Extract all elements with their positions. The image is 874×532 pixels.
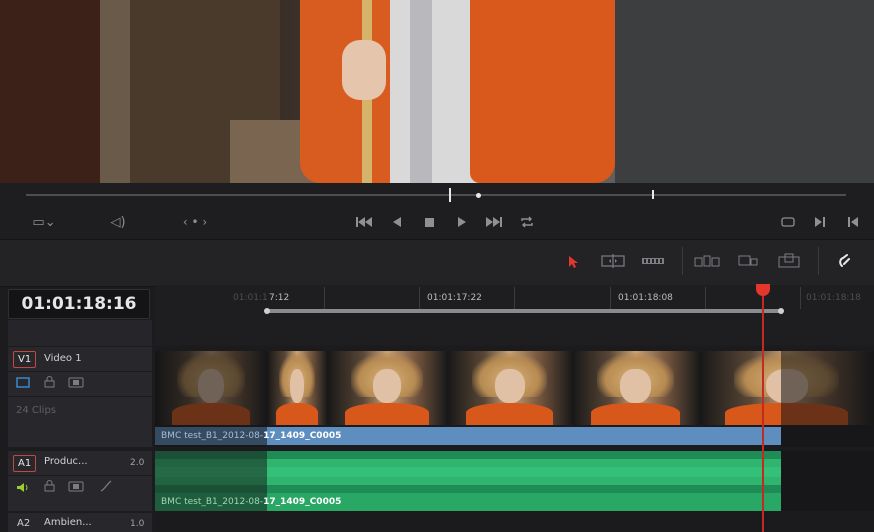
auto-select-icon[interactable] (16, 377, 30, 391)
timeline-timecode[interactable]: 01:01:18:16 (8, 289, 150, 319)
clip-name-suffix: 17_1409_C0005 (263, 497, 342, 507)
snapping-icon[interactable] (832, 250, 858, 272)
clip-name-suffix: 17_1409_C0005 (263, 431, 342, 441)
viewer-frame-left-wall (0, 0, 100, 183)
track-name[interactable]: Video 1 (44, 353, 82, 364)
enable-track-icon[interactable] (68, 481, 84, 495)
in-point-handle[interactable] (264, 308, 270, 314)
track-id-badge[interactable]: A2 (17, 518, 30, 529)
go-to-start-icon[interactable] (352, 205, 376, 239)
viewer-frame-door (100, 0, 130, 183)
out-point-handle[interactable] (778, 308, 784, 314)
scrub-playhead[interactable] (449, 188, 451, 202)
toolbar-divider (818, 247, 819, 275)
viewer-frame-chalkboard (615, 0, 874, 183)
track-row-divider (8, 371, 152, 372)
ruler-tick (419, 287, 420, 309)
ruler-tick (800, 287, 801, 309)
lock-icon[interactable] (44, 376, 55, 391)
video-viewer[interactable] (0, 0, 874, 183)
play-icon[interactable] (452, 205, 472, 239)
jog-scrub-bar[interactable] (26, 194, 846, 196)
toolbar-divider (682, 247, 683, 275)
ruler-tick (705, 287, 706, 309)
track-clip-count: 24 Clips (16, 405, 56, 416)
play-reverse-icon[interactable] (387, 205, 407, 239)
ruler-tick (324, 287, 325, 309)
track-row-divider (8, 475, 152, 476)
track-volume[interactable]: 1.0 (130, 519, 144, 529)
trim-icon[interactable] (598, 250, 628, 272)
viewer-frame-shirt (390, 0, 480, 183)
viewer-frame-hand (342, 40, 386, 100)
overwrite-icon[interactable] (734, 250, 762, 272)
in-out-range-bar[interactable] (267, 309, 781, 313)
ruler-timecode-label: 01:01:1 (233, 293, 268, 303)
ruler-timecode-label: 01:01:17:22 (427, 293, 482, 303)
stop-icon[interactable] (419, 205, 439, 239)
track-id-badge[interactable]: V1 (13, 351, 37, 368)
match-frame-icon[interactable] (776, 205, 800, 239)
outside-range-shade (781, 351, 874, 447)
track-name[interactable]: Produc... (44, 456, 88, 467)
track-row-divider (8, 396, 152, 397)
audio-track-2-lane[interactable] (155, 513, 874, 532)
lock-icon[interactable] (44, 480, 55, 495)
speaker-icon[interactable] (16, 482, 30, 496)
viewer-frame-coat-right (470, 0, 615, 183)
replace-icon[interactable] (774, 250, 804, 272)
timeline-header-spacer (8, 320, 152, 346)
viewer-options-icon[interactable]: ▭⌄ (24, 205, 64, 239)
playhead-line[interactable] (762, 296, 764, 532)
track-name[interactable]: Ambien... (44, 517, 92, 528)
clip-thumbnail (572, 351, 699, 425)
mark-in-icon[interactable] (810, 205, 830, 239)
viewer-frame-sequins (410, 0, 432, 183)
ruler-tick (610, 287, 611, 309)
scrub-out-marker (652, 190, 654, 199)
pointer-icon[interactable] (560, 250, 586, 272)
mark-out-icon[interactable] (843, 205, 863, 239)
marker-navigation[interactable]: ‹ • › (170, 205, 220, 239)
audio-clip-name: BMC test_B1_2012-08-17_1409_C0005 (161, 497, 341, 507)
clip-thumbnail (327, 351, 447, 425)
ruler-timecode-label: 7:12 (269, 293, 290, 303)
outside-range-shade (781, 451, 874, 511)
clip-thumbnail (267, 351, 327, 425)
scrub-handle-dot[interactable] (476, 193, 481, 198)
clip-name-prefix: BMC test_B1_2012-08- (161, 497, 264, 507)
clip-thumbnail (447, 351, 572, 425)
audio-icon[interactable]: ◁) (106, 205, 130, 239)
curve-icon[interactable] (100, 480, 112, 495)
ruler-tick (514, 287, 515, 309)
clip-name-prefix: BMC test_B1_2012-08- (161, 431, 264, 441)
loop-icon[interactable] (516, 205, 538, 239)
insert-icon[interactable] (692, 250, 722, 272)
ruler-timecode-label: 01:01:18:18 (806, 293, 861, 303)
track-volume[interactable]: 2.0 (130, 458, 144, 468)
ruler-timecode-label: 01:01:18:08 (618, 293, 673, 303)
enable-track-icon[interactable] (68, 377, 84, 391)
video-clip-name: BMC test_B1_2012-08-17_1409_C0005 (161, 431, 341, 441)
track-id-badge[interactable]: A1 (13, 455, 37, 472)
blade-icon[interactable] (638, 250, 668, 272)
go-to-end-icon[interactable] (482, 205, 506, 239)
